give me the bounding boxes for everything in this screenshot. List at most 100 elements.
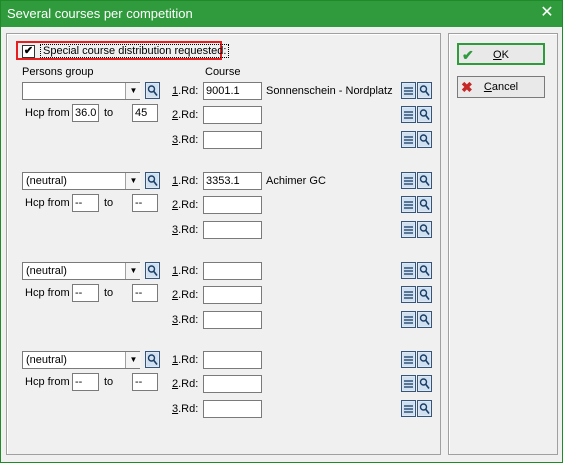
course-input[interactable] (203, 351, 262, 369)
persons-group-select[interactable] (22, 82, 140, 100)
round-label: 3.Rd: (172, 314, 198, 326)
list-icon[interactable] (401, 221, 416, 238)
round-suffix: .Rd: (178, 354, 199, 366)
chevron-down-icon[interactable]: ▼ (125, 173, 141, 189)
hcp-from-label: Hcp from (25, 197, 70, 209)
search-icon[interactable] (417, 400, 432, 417)
round-label: 2.Rd: (172, 109, 198, 121)
round-suffix: .Rd: (178, 199, 199, 211)
chevron-down-icon[interactable]: ▼ (125, 352, 141, 368)
hcp-to-label: to (104, 107, 114, 119)
round-suffix: .Rd: (178, 378, 199, 390)
list-icon[interactable] (401, 262, 416, 279)
course-name: Sonnenschein - Nordplatz (266, 85, 393, 97)
search-icon[interactable] (145, 351, 160, 368)
hcp-from-input[interactable]: -- (72, 284, 99, 302)
list-icon[interactable] (401, 196, 416, 213)
hcp-to-input[interactable]: -- (132, 194, 158, 212)
course-name: Achimer GC (266, 175, 326, 187)
course-header: Course (205, 66, 241, 78)
round-suffix: .Rd: (178, 403, 199, 415)
hcp-from-label: Hcp from (25, 107, 70, 119)
round-label: 1.Rd: (172, 175, 198, 187)
course-input[interactable] (203, 196, 262, 214)
search-icon[interactable] (417, 262, 432, 279)
search-icon[interactable] (145, 172, 160, 189)
round-label: 2.Rd: (172, 378, 198, 390)
chevron-down-icon[interactable]: ▼ (125, 83, 141, 99)
course-input[interactable] (203, 286, 262, 304)
course-input[interactable] (203, 131, 262, 149)
title-bar[interactable]: Several courses per competition ✕ (1, 1, 562, 27)
hcp-from-label: Hcp from (25, 287, 70, 299)
course-input[interactable] (203, 311, 262, 329)
list-icon[interactable] (401, 375, 416, 392)
list-icon[interactable] (401, 351, 416, 368)
search-icon[interactable] (417, 172, 432, 189)
special-distribution-checkbox[interactable]: ✔ (22, 45, 35, 58)
search-icon[interactable] (417, 351, 432, 368)
round-label: 2.Rd: (172, 289, 198, 301)
ok-button[interactable]: ✔ OK (457, 43, 545, 65)
hcp-from-input[interactable]: 36.0 (72, 104, 99, 122)
search-icon[interactable] (417, 311, 432, 328)
search-icon[interactable] (417, 106, 432, 123)
search-icon[interactable] (145, 262, 160, 279)
list-icon[interactable] (401, 400, 416, 417)
course-input[interactable] (203, 106, 262, 124)
window-title: Several courses per competition (7, 6, 193, 21)
list-icon[interactable] (401, 172, 416, 189)
round-suffix: .Rd: (178, 175, 199, 187)
chevron-down-icon[interactable]: ▼ (125, 263, 141, 279)
ok-button-label: OK (493, 49, 509, 61)
search-icon[interactable] (417, 131, 432, 148)
hcp-from-label: Hcp from (25, 376, 70, 388)
search-icon[interactable] (417, 196, 432, 213)
list-icon[interactable] (401, 82, 416, 99)
hcp-to-input[interactable]: -- (132, 284, 158, 302)
cancel-button[interactable]: ✖ Cancel (457, 76, 545, 98)
search-icon[interactable] (417, 286, 432, 303)
round-label: 1.Rd: (172, 265, 198, 277)
round-label: 3.Rd: (172, 134, 198, 146)
course-input[interactable]: 9001.1 (203, 82, 262, 100)
hcp-to-input[interactable]: 45 (132, 104, 158, 122)
list-icon[interactable] (401, 286, 416, 303)
course-input[interactable] (203, 221, 262, 239)
round-label: 1.Rd: (172, 354, 198, 366)
search-icon[interactable] (417, 82, 432, 99)
persons-group-select[interactable]: (neutral) (22, 172, 140, 190)
round-label: 3.Rd: (172, 224, 198, 236)
hcp-from-input[interactable]: -- (72, 194, 99, 212)
course-input[interactable]: 3353.1 (203, 172, 262, 190)
persons-group-select[interactable]: (neutral) (22, 262, 140, 280)
hcp-to-input[interactable]: -- (132, 373, 158, 391)
search-icon[interactable] (417, 221, 432, 238)
cancel-button-label: Cancel (483, 81, 519, 93)
close-icon[interactable]: ✕ (538, 4, 556, 22)
hcp-to-label: to (104, 287, 114, 299)
list-icon[interactable] (401, 131, 416, 148)
course-input[interactable] (203, 400, 262, 418)
round-suffix: .Rd: (178, 314, 199, 326)
round-suffix: .Rd: (178, 265, 199, 277)
search-icon[interactable] (417, 375, 432, 392)
hcp-to-label: to (104, 197, 114, 209)
round-label: 2.Rd: (172, 199, 198, 211)
list-icon[interactable] (401, 106, 416, 123)
round-suffix: .Rd: (178, 134, 199, 146)
round-suffix: .Rd: (178, 289, 199, 301)
hcp-to-label: to (104, 376, 114, 388)
hcp-from-input[interactable]: -- (72, 373, 99, 391)
round-label: 1.Rd: (172, 85, 198, 97)
round-suffix: .Rd: (178, 224, 199, 236)
round-label: 3.Rd: (172, 403, 198, 415)
search-icon[interactable] (145, 82, 160, 99)
course-input[interactable] (203, 262, 262, 280)
persons-group-select[interactable]: (neutral) (22, 351, 140, 369)
round-suffix: .Rd: (178, 85, 199, 97)
course-input[interactable] (203, 375, 262, 393)
special-distribution-label[interactable]: Special course distribution requested: (40, 44, 230, 58)
persons-group-header: Persons group (22, 66, 94, 78)
list-icon[interactable] (401, 311, 416, 328)
